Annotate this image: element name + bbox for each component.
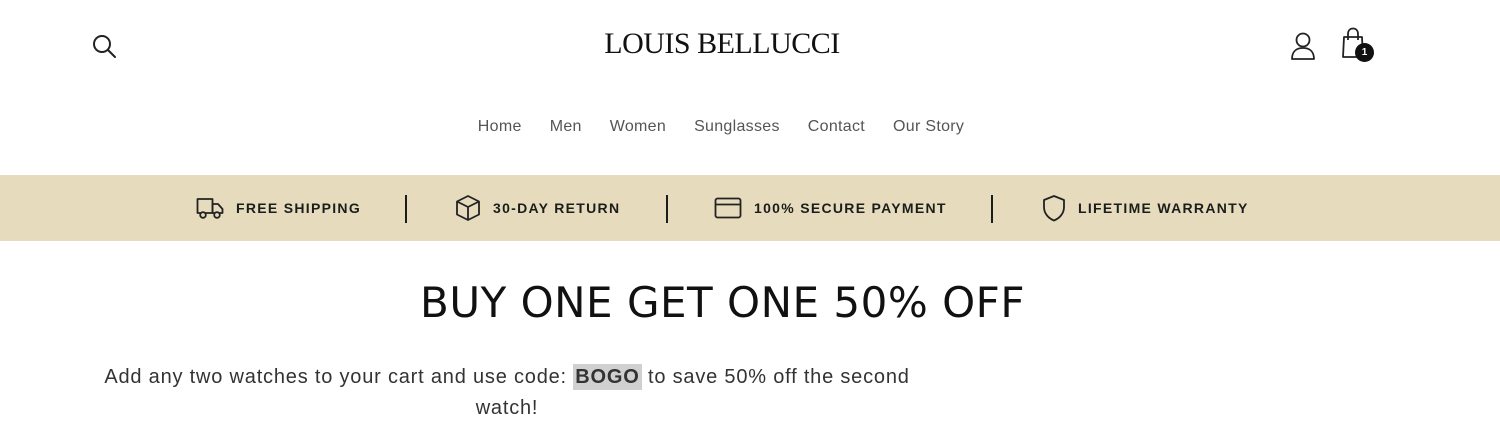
shield-icon	[1043, 195, 1065, 222]
trust-bar: FREE SHIPPING 30-DAY RETURN 100% SECURE …	[0, 175, 1500, 241]
trust-label-warranty: LIFETIME WARRANTY	[1078, 200, 1249, 216]
trust-item-shipping: FREE SHIPPING	[196, 175, 361, 241]
account-button[interactable]	[1289, 31, 1317, 61]
trust-item-warranty: LIFETIME WARRANTY	[1042, 175, 1249, 241]
trust-item-payment: 100% SECURE PAYMENT	[714, 175, 947, 241]
user-icon	[1291, 32, 1315, 60]
trust-label-payment: 100% SECURE PAYMENT	[754, 200, 947, 216]
nav-item-our-story[interactable]: Our Story	[879, 116, 978, 138]
promo-code: BOGO	[573, 364, 642, 390]
site-header: LOUIS BELLUCCI 1	[0, 0, 1500, 90]
trust-label-return: 30-DAY RETURN	[493, 200, 621, 216]
nav-item-men[interactable]: Men	[536, 116, 596, 138]
credit-card-icon	[714, 197, 742, 219]
trust-divider	[405, 195, 407, 223]
cart-button[interactable]: 1	[1340, 27, 1376, 63]
promo-text: Add any two watches to your cart and use…	[90, 362, 924, 424]
box-icon	[456, 195, 480, 221]
trust-divider	[666, 195, 668, 223]
trust-divider	[991, 195, 993, 223]
main-nav: Home Men Women Sunglasses Contact Our St…	[0, 116, 1471, 138]
nav-item-home[interactable]: Home	[464, 116, 536, 138]
promo-text-before: Add any two watches to your cart and use…	[104, 366, 574, 388]
nav-item-women[interactable]: Women	[596, 116, 680, 138]
brand-logo[interactable]: LOUIS BELLUCCI	[0, 27, 1472, 61]
nav-item-sunglasses[interactable]: Sunglasses	[680, 116, 794, 138]
trust-item-return: 30-DAY RETURN	[455, 175, 620, 241]
nav-item-contact[interactable]: Contact	[794, 116, 879, 138]
cart-count-badge: 1	[1355, 43, 1374, 62]
truck-icon	[196, 198, 224, 219]
promo-title: BUY ONE GET ONE 50% OFF	[420, 278, 1025, 327]
trust-label-shipping: FREE SHIPPING	[236, 200, 362, 216]
